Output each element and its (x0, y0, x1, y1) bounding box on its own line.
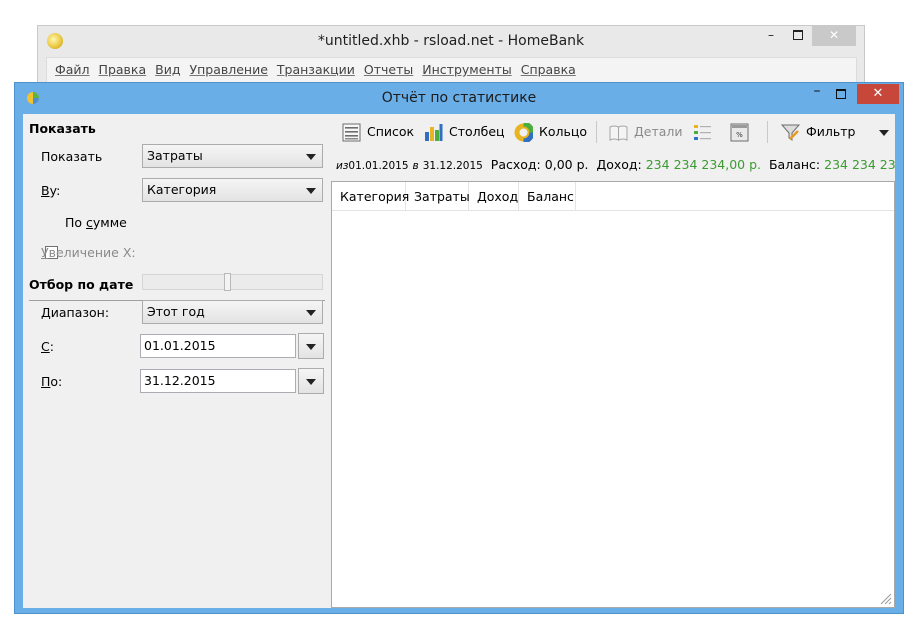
report-toolbar: Список Столбец Кольцо Детали % Фильтр (334, 114, 895, 150)
from-prefix: из (336, 160, 349, 172)
toolbar-separator (596, 121, 597, 143)
donut-view-label: Кольцо (539, 124, 588, 139)
table-header: Категория Затраты Доход Баланс (332, 182, 894, 211)
chevron-down-icon (306, 344, 316, 350)
details-label: Детали (634, 124, 683, 139)
menu-file[interactable]: Файл (55, 58, 90, 82)
menu-reports[interactable]: Отчеты (364, 58, 413, 82)
range-label: Диапазон: (41, 305, 110, 320)
rate-toggle-button[interactable]: % (730, 120, 752, 144)
show-label: Показать (41, 149, 103, 164)
to-prefix: в (412, 160, 419, 172)
from-date-input[interactable]: 01.01.2015 (140, 334, 296, 358)
expense-label: Расход: (490, 157, 541, 172)
list-view-label: Список (367, 124, 415, 139)
menu-help[interactable]: Справка (521, 58, 576, 82)
minimize-icon[interactable]: – (808, 84, 826, 103)
by-label: By: (41, 183, 61, 198)
resize-grip-icon[interactable] (878, 591, 892, 605)
column-view-label: Столбец (449, 124, 505, 139)
svg-text:%: % (736, 131, 743, 139)
chevron-down-icon (879, 130, 889, 136)
legend-toggle-button[interactable] (693, 120, 715, 144)
show-section-heading: Показать (29, 121, 96, 136)
by-combo[interactable]: Категория (142, 178, 323, 202)
close-icon[interactable]: ✕ (857, 84, 899, 104)
filter-label: Фильтр (806, 124, 856, 139)
menu-manage[interactable]: Управление (189, 58, 267, 82)
maximize-icon[interactable] (787, 26, 809, 46)
menu-edit[interactable]: Правка (99, 58, 147, 82)
expense-value: 0,00 р. (544, 157, 589, 172)
minimize-icon[interactable]: – (760, 26, 782, 46)
toolbar-separator (767, 121, 768, 143)
to-date-picker-button[interactable] (298, 368, 324, 394)
to-date-input[interactable]: 31.12.2015 (140, 369, 296, 393)
dialog-title: Отчёт по статистике (381, 90, 537, 106)
summary-from-date: 01.01.2015 (348, 160, 409, 172)
close-icon[interactable]: ✕ (812, 26, 856, 46)
chevron-down-icon (306, 188, 316, 194)
chevron-down-icon (306, 379, 316, 385)
toolbar-overflow-button[interactable] (878, 120, 892, 144)
show-combo-value: Затраты (147, 148, 203, 163)
main-window-title: *untitled.xhb - rsload.net - HomeBank (317, 33, 585, 49)
summary-to-date: 31.12.2015 (422, 160, 483, 172)
column-header-category[interactable]: Категория (332, 182, 409, 210)
dialog-client-area: Показать Показать Затраты By: Категория … (23, 114, 896, 608)
column-header-income[interactable]: Доход (469, 182, 519, 210)
to-date-label: По: (41, 374, 63, 389)
menu-tools[interactable]: Инструменты (422, 58, 511, 82)
filter-button[interactable]: Фильтр (781, 120, 856, 144)
zoom-slider[interactable] (142, 273, 323, 291)
chevron-down-icon (306, 310, 316, 316)
legend-icon (694, 125, 711, 140)
statistics-report-dialog: Отчёт по статистике – ✕ Показать Показат… (14, 82, 904, 614)
maximize-icon[interactable] (832, 85, 850, 103)
zoom-slider-handle[interactable] (224, 273, 231, 291)
by-combo-value: Категория (147, 182, 217, 197)
column-view-button[interactable]: Столбец (424, 120, 505, 144)
balance-value: 234 234 234,00 р. (824, 157, 896, 172)
column-header-balance[interactable]: Баланс (519, 182, 576, 210)
balance-label: Баланс: (768, 157, 821, 172)
report-table[interactable]: Категория Затраты Доход Баланс (331, 181, 895, 608)
range-combo-value: Этот год (147, 304, 205, 319)
income-label: Доход: (596, 157, 642, 172)
totals-summary: из01.01.2015 в 31.12.2015 Расход: 0,00 р… (336, 152, 896, 178)
bar-chart-icon (425, 124, 443, 141)
book-icon (609, 125, 628, 141)
by-amount-label[interactable]: По сумме (65, 215, 127, 230)
filter-icon (781, 124, 800, 141)
percent-icon: % (730, 123, 749, 142)
show-combo[interactable]: Затраты (142, 144, 323, 168)
from-date-picker-button[interactable] (298, 333, 324, 359)
date-section-heading: Отбор по дате (29, 277, 134, 292)
donut-chart-icon (514, 123, 533, 142)
income-value: 234 234 234,00 р. (645, 157, 762, 172)
from-date-label: С: (41, 339, 54, 354)
donut-view-button[interactable]: Кольцо (514, 120, 588, 144)
details-button[interactable]: Детали (609, 120, 683, 144)
list-icon (342, 123, 361, 142)
chevron-down-icon (306, 154, 316, 160)
menu-view[interactable]: Вид (155, 58, 180, 82)
column-header-expense[interactable]: Затраты (406, 182, 470, 210)
menu-transactions[interactable]: Транзакции (277, 58, 355, 82)
range-combo[interactable]: Этот год (142, 300, 323, 324)
menu-bar: Файл Правка Вид Управление Транзакции Отчеты И… (46, 57, 857, 83)
zoom-label: Увеличение X: (41, 245, 136, 260)
list-view-button[interactable]: Список (342, 120, 414, 144)
